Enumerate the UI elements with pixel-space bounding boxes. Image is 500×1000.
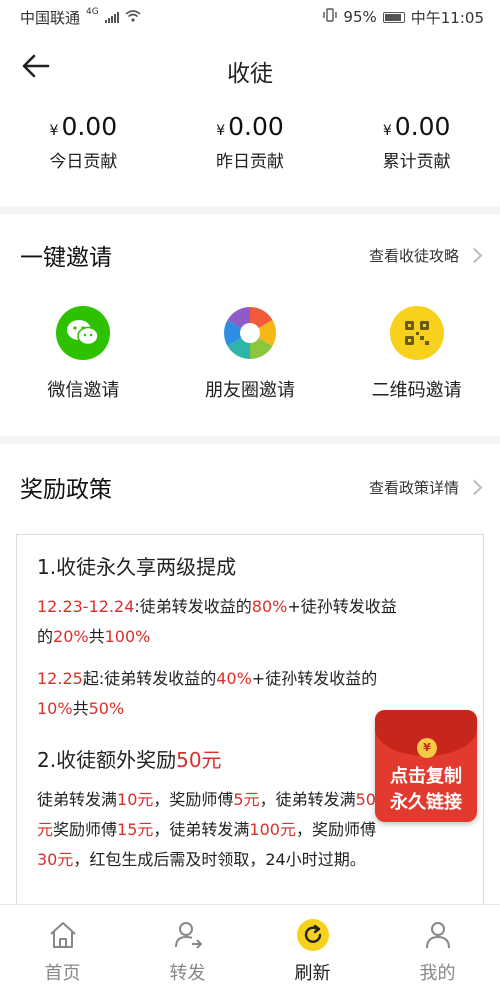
signal-icon (104, 11, 119, 23)
invite-guide-link[interactable]: 查看收徒攻略 (368, 245, 483, 266)
invite-wechat[interactable]: 微信邀请 (0, 306, 167, 416)
stat-yesterday: ¥0.00 昨日贡献 (167, 112, 334, 192)
nav-label: 刷新 (294, 963, 331, 984)
red-packet-line2: 永久链接 (390, 792, 462, 813)
clock: 中午11:05 (410, 8, 484, 27)
policy-details-label: 查看政策详情 (368, 478, 459, 497)
wechat-icon (56, 306, 111, 360)
invite-label: 微信邀请 (47, 380, 120, 401)
currency-symbol: ¥ (216, 123, 226, 139)
stat-total: ¥0.00 累计贡献 (333, 112, 500, 192)
bottom-nav: 首页 转发 刷新 我的 (0, 904, 500, 1000)
vibrate-icon (323, 8, 338, 26)
status-bar: 中国联通 4G 95% 中午11:05 (0, 0, 500, 34)
currency-symbol: ¥ (382, 123, 392, 139)
battery-icon (382, 11, 405, 23)
share-user-icon (170, 917, 206, 953)
invite-qrcode[interactable]: 二维码邀请 (333, 306, 500, 416)
qrcode-icon (389, 306, 444, 360)
invite-options: 微信邀请 朋友圈邀请 二维码邀请 (0, 306, 500, 416)
stat-value: 0.00 (228, 112, 284, 141)
network-type: 4G (86, 6, 99, 17)
nav-label: 我的 (419, 963, 456, 984)
stat-today: ¥0.00 今日贡献 (0, 112, 167, 192)
rule-heading: 1.收徒永久享两级提成 (37, 555, 237, 579)
rule-text: 12.25起:徒弟转发收益的40%+徒孙转发收益的 (37, 669, 378, 688)
coin-icon: ¥ (417, 738, 437, 758)
currency-symbol: ¥ (49, 123, 59, 139)
invite-section-header: 一键邀请 查看收徒攻略 (0, 230, 500, 280)
nav-home[interactable]: 首页 (0, 905, 125, 1000)
contribution-stats: ¥0.00 今日贡献 ¥0.00 昨日贡献 ¥0.00 累计贡献 (0, 112, 500, 192)
header: 收徒 (0, 34, 500, 104)
moments-icon (223, 306, 277, 360)
nav-share[interactable]: 转发 (125, 905, 250, 1000)
stat-label: 昨日贡献 (216, 152, 284, 172)
chevron-right-icon (466, 247, 483, 263)
nav-refresh[interactable]: 刷新 (250, 905, 375, 1000)
invite-guide-label: 查看收徒攻略 (368, 246, 459, 265)
nav-label: 转发 (169, 963, 206, 984)
stat-value: 0.00 (61, 112, 118, 141)
invite-label: 朋友圈邀请 (205, 380, 295, 401)
section-divider (0, 206, 500, 214)
stat-label: 今日贡献 (49, 152, 118, 172)
stat-value: 0.00 (394, 112, 451, 141)
wifi-icon (125, 8, 141, 26)
invite-moments[interactable]: 朋友圈邀请 (167, 306, 334, 416)
copy-link-red-packet-button[interactable]: ¥ 点击复制 永久链接 (375, 710, 477, 822)
battery-percent: 95% (343, 8, 377, 26)
rule-text: 的20%共100% (37, 627, 151, 646)
nav-label: 首页 (44, 963, 81, 984)
invite-label: 二维码邀请 (371, 380, 462, 401)
profile-icon (420, 917, 456, 953)
carrier-name: 中国联通 (20, 8, 81, 27)
stat-label: 累计贡献 (382, 152, 451, 172)
rule-text: 30元，红包生成后需及时领取，24小时过期。 (37, 850, 366, 869)
refresh-icon (295, 917, 331, 953)
policy-details-link[interactable]: 查看政策详情 (368, 477, 483, 498)
home-icon (45, 917, 81, 953)
policy-section-title: 奖励政策 (20, 477, 112, 503)
policy-section-header: 奖励政策 查看政策详情 (0, 462, 500, 512)
chevron-right-icon (466, 479, 483, 495)
invite-section-title: 一键邀请 (20, 245, 112, 271)
red-packet-line1: 点击复制 (390, 766, 462, 787)
rule-text: 12.23-12.24:徒弟转发收益的80%+徒孙转发收益 (37, 597, 397, 616)
section-divider (0, 436, 500, 444)
nav-profile[interactable]: 我的 (375, 905, 500, 1000)
page-title: 收徒 (227, 61, 273, 87)
